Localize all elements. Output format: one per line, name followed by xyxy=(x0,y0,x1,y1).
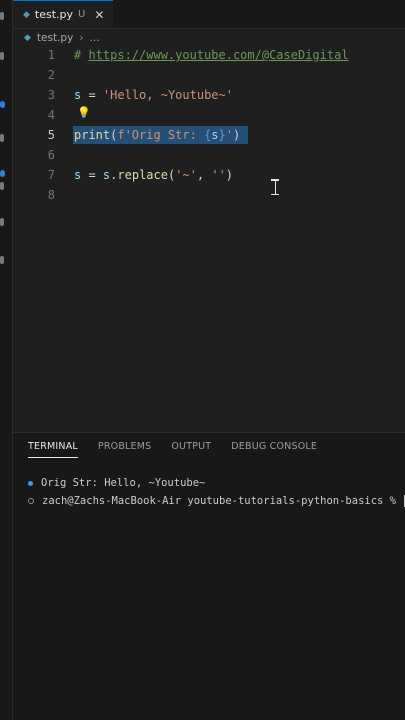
bottom-panel: TERMINAL PROBLEMS OUTPUT DEBUG CONSOLE O… xyxy=(13,432,405,720)
editor-tab-bar: ◆ test.py U ✕ xyxy=(13,0,405,29)
python-file-icon: ◆ xyxy=(23,9,30,20)
terminal-prompt: zach@Zachs-MacBook-Air youtube-tutorials… xyxy=(42,495,403,507)
breadcrumb-more[interactable]: ... xyxy=(90,32,100,44)
brace-token: } xyxy=(218,128,226,142)
code-line: 8 xyxy=(13,185,405,205)
activity-indicator[interactable] xyxy=(0,134,4,142)
line-number: 6 xyxy=(47,148,55,162)
line-number: 8 xyxy=(47,188,55,202)
activity-indicator[interactable] xyxy=(0,182,4,190)
function-token: print xyxy=(74,128,111,142)
activity-indicator[interactable] xyxy=(0,218,4,226)
code-line: 4 xyxy=(13,105,405,125)
fstring-token: ' xyxy=(225,128,233,142)
activity-indicator[interactable] xyxy=(0,256,4,264)
chevron-right-icon: › xyxy=(79,32,84,44)
method-token: replace xyxy=(117,168,168,182)
string-token: 'Hello, ~Youtube~' xyxy=(102,88,233,102)
python-file-icon: ◆ xyxy=(24,33,31,43)
string-token: '' xyxy=(211,168,226,182)
breadcrumb-file[interactable]: test.py xyxy=(37,32,73,44)
terminal-text: Orig Str: Hello, ~Youtube~ xyxy=(41,477,206,489)
tab-untracked-status: U xyxy=(78,9,86,20)
tab-filename: test.py xyxy=(34,8,74,21)
string-token: '~' xyxy=(175,168,197,182)
fstring-token: f'Orig Str: xyxy=(117,128,205,142)
code-text: s = s.replace('~', '') xyxy=(74,165,233,185)
command-status-icon[interactable] xyxy=(28,498,34,504)
lightbulb-icon[interactable]: 💡 xyxy=(77,106,91,119)
comment-link[interactable]: https://www.youtube.com/@CaseDigital xyxy=(88,48,348,62)
terminal-output-line: Orig Str: Hello, ~Youtube~ xyxy=(28,477,205,489)
comment-token: # xyxy=(74,48,89,62)
tab-debug-console[interactable]: DEBUG CONSOLE xyxy=(231,441,317,458)
code-line: 1 # https://www.youtube.com/@CaseDigital xyxy=(13,45,405,65)
close-icon[interactable]: ✕ xyxy=(94,8,104,22)
line-number: 7 xyxy=(47,168,55,182)
badge-icon[interactable] xyxy=(0,101,5,108)
code-text: print(f'Orig Str: {s}') xyxy=(74,125,240,145)
paren-token: ) xyxy=(233,128,241,142)
panel-tab-bar: TERMINAL PROBLEMS OUTPUT DEBUG CONSOLE xyxy=(28,441,317,458)
activity-indicator[interactable] xyxy=(0,12,4,20)
activity-bar xyxy=(0,0,13,720)
line-number: 2 xyxy=(47,68,55,82)
code-text: s = 'Hello, ~Youtube~' xyxy=(74,85,233,105)
code-editor[interactable]: 1 # https://www.youtube.com/@CaseDigital… xyxy=(13,44,405,430)
line-number: 5 xyxy=(47,128,55,142)
line-number: 4 xyxy=(47,108,55,122)
operator-token: = xyxy=(81,88,103,102)
code-line: 6 xyxy=(13,145,405,165)
tab-terminal[interactable]: TERMINAL xyxy=(28,441,78,458)
badge-icon[interactable] xyxy=(0,170,5,177)
operator-token: = xyxy=(81,168,103,182)
tab-output[interactable]: OUTPUT xyxy=(171,441,211,458)
operator-token: , xyxy=(196,168,212,182)
paren-token: ) xyxy=(225,168,234,182)
text-cursor-icon xyxy=(271,179,284,195)
code-text: # https://www.youtube.com/@CaseDigital xyxy=(74,45,349,65)
editor-tab-test-py[interactable]: ◆ test.py U ✕ xyxy=(13,0,113,28)
line-number: 3 xyxy=(47,88,55,102)
code-line: 7 s = s.replace('~', '') xyxy=(13,165,405,185)
terminal-prompt-line[interactable]: zach@Zachs-MacBook-Air youtube-tutorials… xyxy=(28,495,405,507)
command-status-icon[interactable] xyxy=(28,480,33,486)
code-line-active: 5 print(f'Orig Str: {s}') xyxy=(13,125,405,145)
variable-token: s xyxy=(211,128,219,142)
line-number: 1 xyxy=(47,48,55,62)
activity-indicator[interactable] xyxy=(0,52,4,60)
tab-problems[interactable]: PROBLEMS xyxy=(98,441,151,458)
code-line: 2 xyxy=(13,65,405,85)
code-line: 3 s = 'Hello, ~Youtube~' xyxy=(13,85,405,105)
